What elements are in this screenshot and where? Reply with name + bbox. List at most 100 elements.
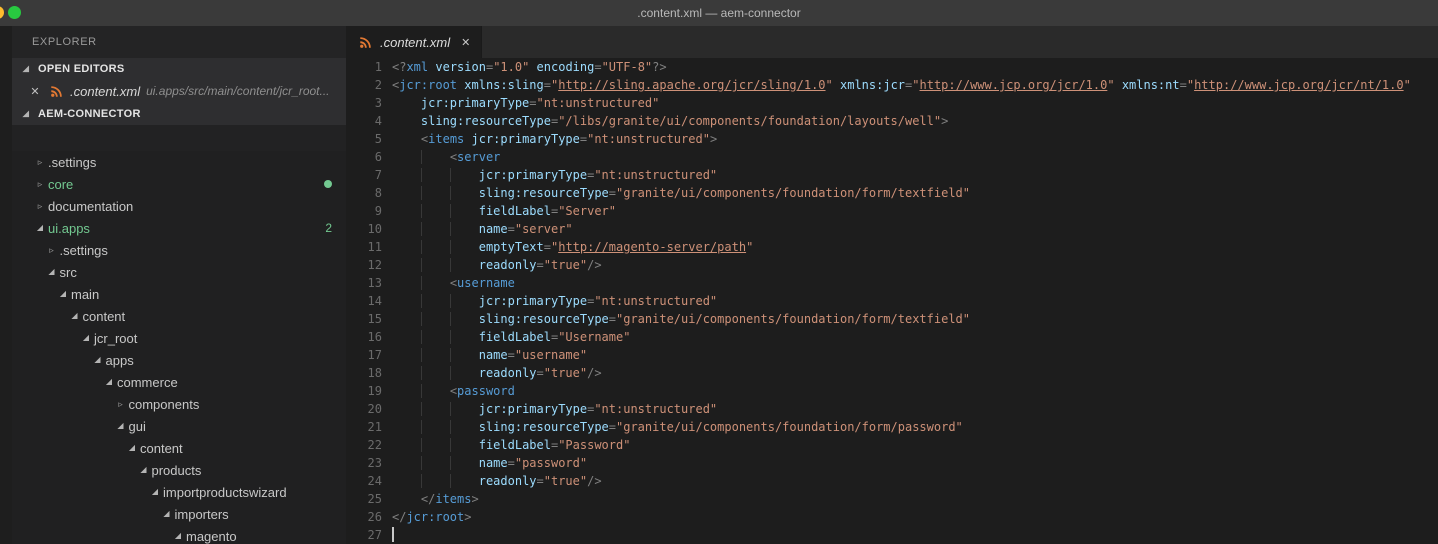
code-text[interactable]: readonly="true"/> bbox=[382, 256, 1438, 274]
code-line-11[interactable]: 11 emptyText="http://magento-server/path… bbox=[346, 238, 1438, 256]
code-line-16[interactable]: 16 fieldLabel="Username" bbox=[346, 328, 1438, 346]
code-text[interactable]: name="password" bbox=[382, 454, 1438, 472]
code-text[interactable]: fieldLabel="Server" bbox=[382, 202, 1438, 220]
code-text[interactable]: readonly="true"/> bbox=[382, 364, 1438, 382]
tree-item-documentation[interactable]: ▹ documentation bbox=[12, 195, 346, 217]
code-text[interactable]: sling:resourceType="granite/ui/component… bbox=[382, 310, 1438, 328]
chevron-expanded-icon[interactable]: ◢ bbox=[115, 422, 127, 430]
code-line-3[interactable]: 3 jcr:primaryType="nt:unstructured" bbox=[346, 94, 1438, 112]
chevron-expanded-icon[interactable]: ◢ bbox=[57, 290, 69, 298]
code-text[interactable]: sling:resourceType="granite/ui/component… bbox=[382, 184, 1438, 202]
code-text[interactable]: name="server" bbox=[382, 220, 1438, 238]
code-line-15[interactable]: 15 sling:resourceType="granite/ui/compon… bbox=[346, 310, 1438, 328]
code-line-18[interactable]: 18 readonly="true"/> bbox=[346, 364, 1438, 382]
code-line-21[interactable]: 21 sling:resourceType="granite/ui/compon… bbox=[346, 418, 1438, 436]
project-section-header[interactable]: ◢ AEM-CONNECTOR bbox=[12, 102, 346, 125]
chevron-collapsed-icon[interactable]: ▹ bbox=[46, 245, 58, 255]
code-text[interactable]: emptyText="http://magento-server/path" bbox=[382, 238, 1438, 256]
tree-item-.settings[interactable]: ▹ .settings bbox=[12, 151, 346, 173]
code-line-9[interactable]: 9 fieldLabel="Server" bbox=[346, 202, 1438, 220]
code-line-8[interactable]: 8 sling:resourceType="granite/ui/compone… bbox=[346, 184, 1438, 202]
code-text[interactable]: sling:resourceType="granite/ui/component… bbox=[382, 418, 1438, 436]
code-line-23[interactable]: 23 name="password" bbox=[346, 454, 1438, 472]
code-line-20[interactable]: 20 jcr:primaryType="nt:unstructured" bbox=[346, 400, 1438, 418]
tree-item-content[interactable]: ◢ content bbox=[12, 437, 346, 459]
chevron-expanded-icon[interactable]: ◢ bbox=[149, 488, 161, 496]
tree-item-importproductswizard[interactable]: ◢ importproductswizard bbox=[12, 481, 346, 503]
chevron-expanded-icon[interactable]: ◢ bbox=[138, 466, 150, 474]
tree-item-jcr_root[interactable]: ◢ jcr_root bbox=[12, 327, 346, 349]
tree-item-components[interactable]: ▹ components bbox=[12, 393, 346, 415]
code-text[interactable]: readonly="true"/> bbox=[382, 472, 1438, 490]
tree-item-magento[interactable]: ◢ magento bbox=[12, 525, 346, 544]
code-line-27[interactable]: 27 bbox=[346, 526, 1438, 544]
code-line-25[interactable]: 25 </items> bbox=[346, 490, 1438, 508]
code-text[interactable]: jcr:primaryType="nt:unstructured" bbox=[382, 292, 1438, 310]
open-editor-item-content-xml[interactable]: ✕ .content.xml ui.apps/src/main/content/… bbox=[12, 80, 346, 102]
fullscreen-traffic-light-button[interactable] bbox=[8, 6, 21, 19]
code-text[interactable]: jcr:primaryType="nt:unstructured" bbox=[382, 400, 1438, 418]
chevron-collapsed-icon[interactable]: ▹ bbox=[34, 201, 46, 211]
code-line-12[interactable]: 12 readonly="true"/> bbox=[346, 256, 1438, 274]
open-editors-section-header[interactable]: ◢ OPEN EDITORS bbox=[12, 58, 346, 80]
tree-item-.settings[interactable]: ▹ .settings bbox=[12, 239, 346, 261]
code-text[interactable]: fieldLabel="Password" bbox=[382, 436, 1438, 454]
code-editor[interactable]: 1 <?xml version="1.0" encoding="UTF-8"?> 2… bbox=[346, 58, 1438, 544]
code-text[interactable]: <jcr:root xmlns:sling="http://sling.apac… bbox=[382, 76, 1438, 94]
tree-item-content[interactable]: ◢ content bbox=[12, 305, 346, 327]
code-line-26[interactable]: 26 </jcr:root> bbox=[346, 508, 1438, 526]
chevron-expanded-icon[interactable]: ◢ bbox=[103, 378, 115, 386]
code-line-5[interactable]: 5 <items jcr:primaryType="nt:unstructure… bbox=[346, 130, 1438, 148]
chevron-collapsed-icon[interactable]: ▹ bbox=[34, 157, 46, 167]
close-icon[interactable]: ✕ bbox=[28, 85, 42, 98]
chevron-expanded-icon[interactable]: ◢ bbox=[92, 356, 104, 364]
code-line-6[interactable]: 6 <server bbox=[346, 148, 1438, 166]
tree-item-ui.apps[interactable]: ◢ ui.apps 2 bbox=[12, 217, 346, 239]
close-icon[interactable]: ✕ bbox=[461, 36, 470, 49]
tree-item-importers[interactable]: ◢ importers bbox=[12, 503, 346, 525]
tree-item-gui[interactable]: ◢ gui bbox=[12, 415, 346, 437]
code-text[interactable]: fieldLabel="Username" bbox=[382, 328, 1438, 346]
code-text[interactable]: </jcr:root> bbox=[382, 508, 1438, 526]
code-line-22[interactable]: 22 fieldLabel="Password" bbox=[346, 436, 1438, 454]
code-line-10[interactable]: 10 name="server" bbox=[346, 220, 1438, 238]
code-text[interactable]: </items> bbox=[382, 490, 1438, 508]
chevron-expanded-icon[interactable]: ◢ bbox=[69, 312, 81, 320]
chevron-collapsed-icon[interactable]: ▹ bbox=[115, 399, 127, 409]
code-text[interactable]: sling:resourceType="/libs/granite/ui/com… bbox=[382, 112, 1438, 130]
chevron-expanded-icon[interactable]: ◢ bbox=[126, 444, 138, 452]
code-line-19[interactable]: 19 <password bbox=[346, 382, 1438, 400]
chevron-expanded-icon[interactable]: ◢ bbox=[172, 532, 184, 540]
chevron-expanded-icon[interactable]: ◢ bbox=[161, 510, 173, 518]
code-text[interactable] bbox=[382, 526, 1438, 544]
code-line-24[interactable]: 24 readonly="true"/> bbox=[346, 472, 1438, 490]
tree-item-apps[interactable]: ◢ apps bbox=[12, 349, 346, 371]
code-line-13[interactable]: 13 <username bbox=[346, 274, 1438, 292]
chevron-expanded-icon[interactable]: ◢ bbox=[46, 268, 58, 276]
code-line-17[interactable]: 17 name="username" bbox=[346, 346, 1438, 364]
tree-item-main[interactable]: ◢ main bbox=[12, 283, 346, 305]
code-text[interactable]: name="username" bbox=[382, 346, 1438, 364]
code-line-2[interactable]: 2 <jcr:root xmlns:sling="http://sling.apa… bbox=[346, 76, 1438, 94]
code-text[interactable]: <items jcr:primaryType="nt:unstructured"… bbox=[382, 130, 1438, 148]
code-text[interactable]: <?xml version="1.0" encoding="UTF-8"?> bbox=[382, 58, 1438, 76]
chevron-expanded-icon[interactable]: ◢ bbox=[34, 224, 46, 232]
code-line-1[interactable]: 1 <?xml version="1.0" encoding="UTF-8"?> bbox=[346, 58, 1438, 76]
code-text[interactable]: jcr:primaryType="nt:unstructured" bbox=[382, 94, 1438, 112]
code-text[interactable]: <username bbox=[382, 274, 1438, 292]
code-text[interactable]: <server bbox=[382, 148, 1438, 166]
tree-item-commerce[interactable]: ◢ commerce bbox=[12, 371, 346, 393]
chevron-collapsed-icon[interactable]: ▹ bbox=[34, 179, 46, 189]
code-line-7[interactable]: 7 jcr:primaryType="nt:unstructured" bbox=[346, 166, 1438, 184]
chevron-expanded-icon[interactable]: ◢ bbox=[80, 334, 92, 342]
code-text[interactable]: <password bbox=[382, 382, 1438, 400]
code-line-14[interactable]: 14 jcr:primaryType="nt:unstructured" bbox=[346, 292, 1438, 310]
code-text[interactable]: jcr:primaryType="nt:unstructured" bbox=[382, 166, 1438, 184]
code-line-4[interactable]: 4 sling:resourceType="/libs/granite/ui/c… bbox=[346, 112, 1438, 130]
tree-item-src[interactable]: ◢ src bbox=[12, 261, 346, 283]
tab-content-xml[interactable]: .content.xml ✕ bbox=[346, 26, 483, 58]
minimize-traffic-light-button[interactable] bbox=[0, 6, 4, 19]
tree-item-products[interactable]: ◢ products bbox=[12, 459, 346, 481]
line-number: 10 bbox=[367, 222, 382, 236]
tree-item-core[interactable]: ▹ core bbox=[12, 173, 346, 195]
